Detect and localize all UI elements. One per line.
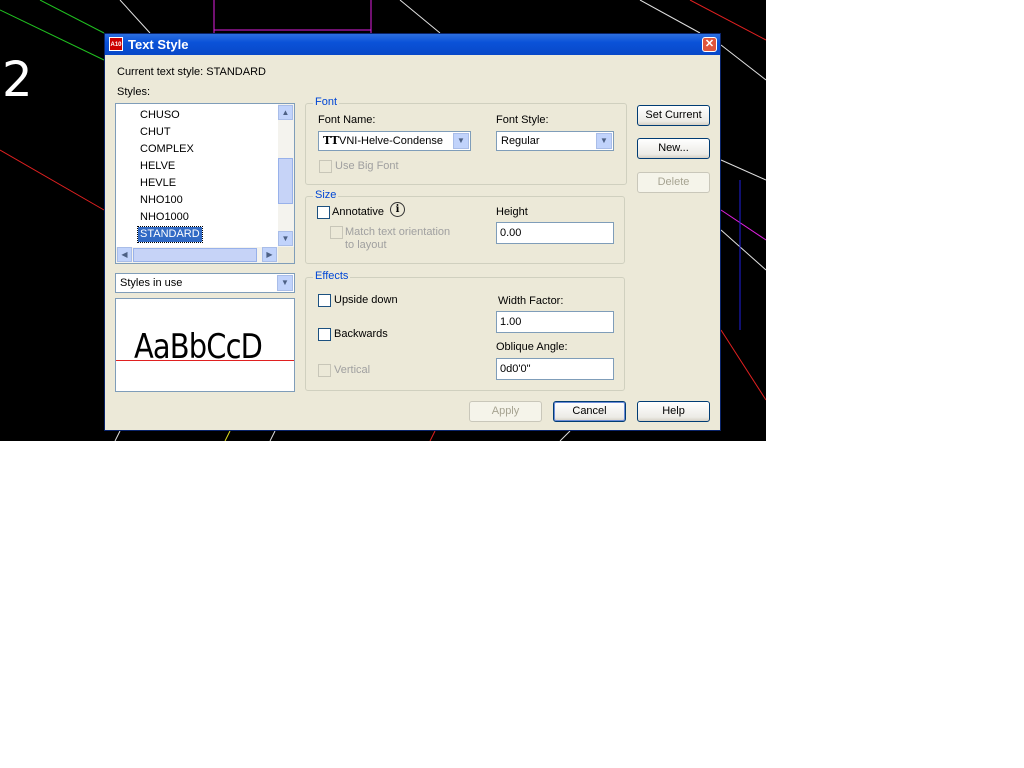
match-orientation-label-2: to layout <box>345 239 387 251</box>
list-item[interactable]: COMPLEX <box>138 142 196 157</box>
match-orientation-checkbox[interactable] <box>330 226 343 239</box>
height-value: 0.00 <box>500 227 522 239</box>
cancel-button[interactable]: Cancel <box>553 401 626 422</box>
current-style-caption: Current text style: <box>117 66 204 78</box>
oblique-angle-value: 0d0'0" <box>500 363 531 375</box>
font-style-select[interactable]: Regular ▼ <box>496 131 614 151</box>
match-orientation-label: Match text orientation <box>345 226 451 238</box>
autocad-app-icon: A10 <box>109 37 123 51</box>
font-name-label: Font Name: <box>318 114 376 126</box>
font-name-select[interactable]: TT VNI-Helve-Condense ▼ <box>318 131 471 151</box>
styles-filter-select[interactable]: Styles in use ▼ <box>115 273 295 293</box>
width-factor-value: 1.00 <box>500 316 522 328</box>
delete-button[interactable]: Delete <box>637 172 710 193</box>
help-button[interactable]: Help <box>637 401 710 422</box>
list-item-selected[interactable]: STANDARD <box>137 226 203 243</box>
styles-listbox[interactable]: CHUSO CHUT COMPLEX HELVE HEVLE NHO100 NH… <box>115 103 295 264</box>
vertical-scrollbar[interactable]: ▲ ▼ <box>278 104 294 247</box>
scroll-down-icon[interactable]: ▼ <box>278 231 293 246</box>
list-item[interactable]: NHO1000 <box>138 210 191 225</box>
preview-baseline <box>116 360 294 361</box>
oblique-angle-input[interactable]: 0d0'0" <box>496 358 614 380</box>
cad-dimension-text: 2 <box>2 52 33 108</box>
vertical-label: Vertical <box>334 364 371 376</box>
new-button[interactable]: New... <box>637 138 710 159</box>
styles-label: Styles: <box>117 86 151 98</box>
set-current-button[interactable]: Set Current <box>637 105 710 126</box>
chevron-down-icon[interactable]: ▼ <box>277 275 293 291</box>
upside-down-checkbox[interactable] <box>318 294 331 307</box>
preview-sample-text: AaBbCcD <box>134 327 263 367</box>
dialog-titlebar[interactable]: A10 Text Style ✕ <box>105 34 720 55</box>
annotative-checkbox[interactable] <box>317 206 330 219</box>
list-item[interactable]: CHUSO <box>138 108 182 123</box>
info-icon[interactable]: i <box>390 202 405 217</box>
truetype-icon: TT <box>323 134 339 147</box>
text-style-dialog: A10 Text Style ✕ Current text style: STA… <box>104 33 721 431</box>
height-label: Height <box>496 206 528 218</box>
font-style-value: Regular <box>501 135 540 147</box>
effects-group-title: Effects <box>313 270 351 282</box>
list-item[interactable]: NHO100 <box>138 193 185 208</box>
apply-button[interactable]: Apply <box>469 401 542 422</box>
annotative-label: Annotative <box>332 206 384 218</box>
vertical-scroll-thumb[interactable] <box>278 158 293 204</box>
upside-down-label: Upside down <box>334 294 398 306</box>
width-factor-input[interactable]: 1.00 <box>496 311 614 333</box>
oblique-angle-label: Oblique Angle: <box>496 341 568 353</box>
width-factor-label: Width Factor: <box>498 295 564 307</box>
scroll-up-icon[interactable]: ▲ <box>278 105 293 120</box>
vertical-checkbox[interactable] <box>318 364 331 377</box>
list-item[interactable]: CHUT <box>138 125 173 140</box>
current-style-value: STANDARD <box>206 66 266 78</box>
style-preview: AaBbCcD <box>115 298 295 392</box>
list-item[interactable]: HEVLE <box>138 176 178 191</box>
font-name-value: VNI-Helve-Condense <box>339 135 443 147</box>
font-style-label: Font Style: <box>496 114 549 126</box>
scroll-left-icon[interactable]: ◀ <box>117 247 132 262</box>
current-style-label: Current text style: STANDARD <box>117 66 266 78</box>
scroll-right-icon[interactable]: ▶ <box>262 247 277 262</box>
use-big-font-label: Use Big Font <box>335 160 399 172</box>
backwards-checkbox[interactable] <box>318 328 331 341</box>
chevron-down-icon[interactable]: ▼ <box>453 133 469 149</box>
dialog-title: Text Style <box>128 37 189 52</box>
scroll-corner <box>278 247 294 263</box>
font-group-title: Font <box>313 96 340 108</box>
chevron-down-icon[interactable]: ▼ <box>596 133 612 149</box>
horizontal-scrollbar[interactable]: ◀ ▶ <box>116 247 278 263</box>
height-input[interactable]: 0.00 <box>496 222 614 244</box>
use-big-font-checkbox[interactable] <box>319 160 332 173</box>
list-item[interactable]: HELVE <box>138 159 177 174</box>
backwards-label: Backwards <box>334 328 388 340</box>
close-icon[interactable]: ✕ <box>702 37 717 52</box>
styles-filter-value: Styles in use <box>120 277 183 289</box>
size-group-title: Size <box>313 189 339 201</box>
horizontal-scroll-thumb[interactable] <box>133 248 257 262</box>
